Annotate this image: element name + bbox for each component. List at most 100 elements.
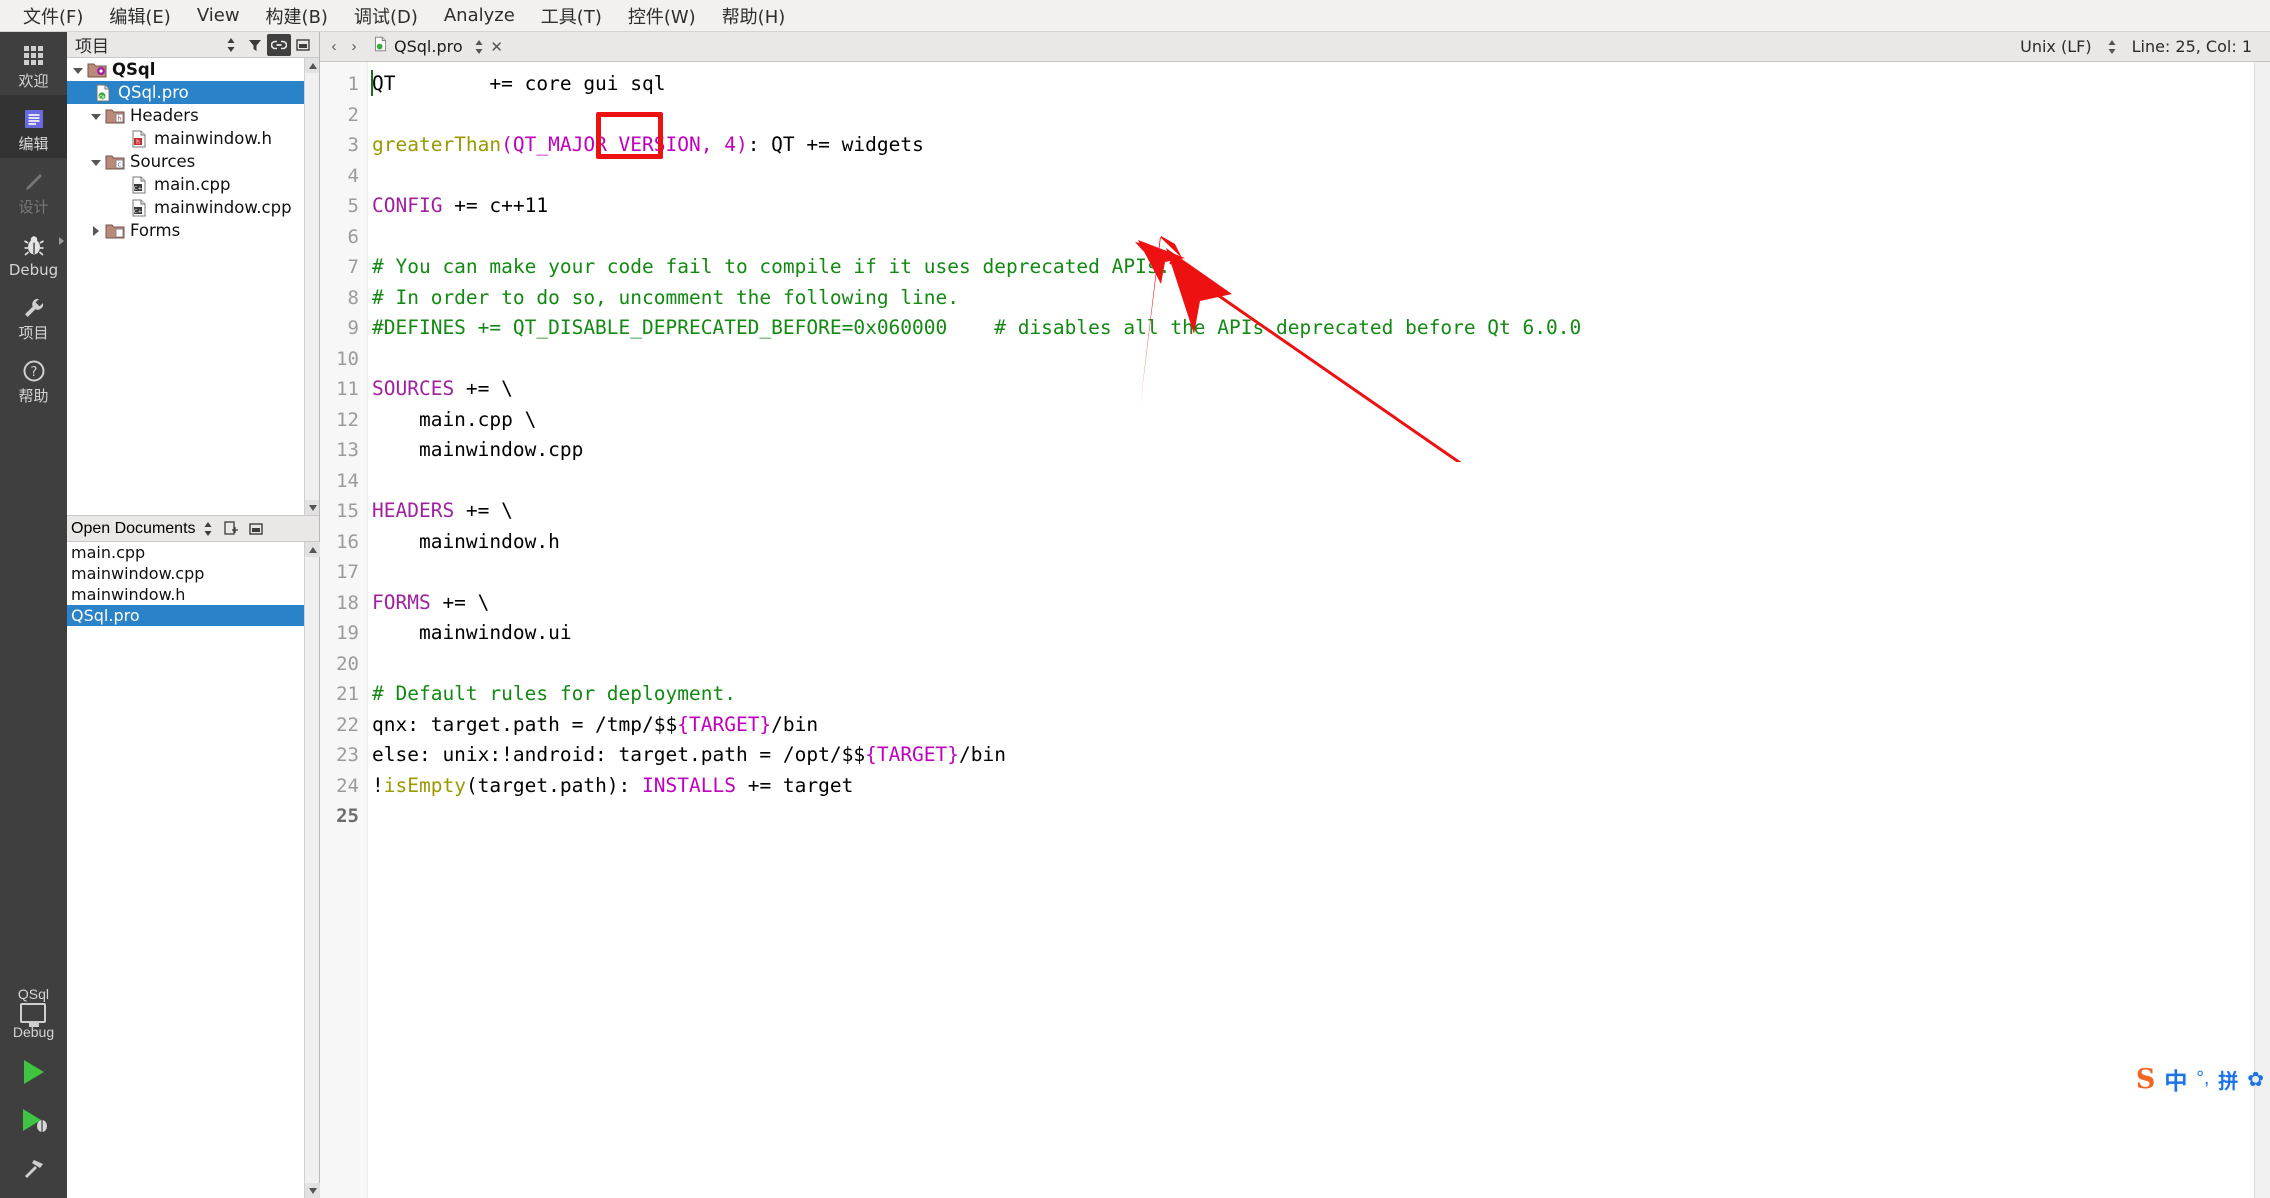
code-line-6[interactable] [368, 222, 2270, 253]
code-line-10[interactable] [368, 344, 2270, 375]
mode-edit[interactable]: 编辑 [0, 95, 67, 158]
menu-item-widgets[interactable]: 控件(W) [615, 0, 709, 33]
svg-text:?: ? [30, 365, 37, 380]
code-editor[interactable]: 1 2 3 4 5 6 7 8 9 10 11 12 13 14 15 16 1… [320, 62, 2270, 1198]
sogou-logo-icon: S [2135, 1063, 2156, 1095]
tree-item-main-cpp[interactable]: C+ main.cpp [67, 173, 319, 196]
tree-item-mainwindow-cpp[interactable]: C+ mainwindow.cpp [67, 196, 319, 219]
scroll-up-button[interactable] [305, 58, 319, 73]
link-icon[interactable] [267, 33, 291, 56]
close-split-icon[interactable] [244, 518, 268, 540]
code-line-18[interactable]: FORMS += \ [368, 588, 2270, 619]
code-line-7[interactable]: # You can make your code fail to compile… [368, 252, 2270, 283]
mode-projects[interactable]: 项目 [0, 284, 67, 347]
code-line-12[interactable]: main.cpp \ [368, 405, 2270, 436]
project-tree-scrollbar[interactable] [304, 58, 319, 515]
split-icon[interactable] [473, 39, 485, 55]
open-documents-list[interactable]: main.cpp mainwindow.cpp mainwindow.h QSq… [67, 542, 320, 1198]
code-line-11[interactable]: SOURCES += \ [368, 374, 2270, 405]
tree-item-sources[interactable]: C Sources [67, 150, 319, 173]
mode-projects-label: 项目 [18, 324, 49, 342]
projects-panel-close-icon[interactable] [291, 34, 315, 56]
build-button[interactable] [0, 1144, 67, 1192]
ime-pinyin-icon[interactable]: 拼 [2218, 1065, 2238, 1094]
triangle-up-icon [308, 62, 317, 69]
code-line-16[interactable]: mainwindow.h [368, 527, 2270, 558]
ime-floating-toolbar[interactable]: S 中 °, 拼 ✿ [2136, 1062, 2264, 1096]
menu-item-build[interactable]: 构建(B) [253, 0, 341, 33]
scroll-up-button[interactable] [305, 542, 320, 557]
cursor-position-indicator[interactable]: Line: 25, Col: 1 [2132, 37, 2252, 56]
menu-item-view[interactable]: View [184, 1, 253, 30]
menu-item-file[interactable]: 文件(F) [10, 0, 96, 33]
editor-vertical-scrollbar[interactable] [2254, 62, 2270, 1198]
code-line-22[interactable]: qnx: target.path = /tmp/$${TARGET}/bin [368, 710, 2270, 741]
mode-welcome[interactable]: 欢迎 [0, 32, 67, 95]
mode-debug[interactable]: Debug [0, 221, 67, 284]
updown-icon[interactable] [2106, 39, 2118, 55]
code-line-5[interactable]: CONFIG += c++11 [368, 191, 2270, 222]
line-number: 12 [336, 408, 359, 431]
sync-icon[interactable] [219, 34, 243, 56]
open-documents-scrollbar[interactable] [304, 542, 320, 1198]
project-tree[interactable]: QSql Qt QSql.pro h Headers h mainwindow.… [67, 58, 319, 516]
tree-item-qsql[interactable]: QSql [67, 58, 319, 81]
open-document-item[interactable]: mainwindow.h [67, 584, 319, 605]
line-ending-indicator[interactable]: Unix (LF) [2020, 37, 2091, 56]
kit-selector[interactable]: QSql Debug [13, 980, 54, 1048]
run-button[interactable] [0, 1048, 67, 1096]
menu-item-debug[interactable]: 调试(D) [341, 0, 431, 33]
code-line-14[interactable] [368, 466, 2270, 497]
code-line-23[interactable]: else: unix:!android: target.path = /opt/… [368, 740, 2270, 771]
menu-item-help[interactable]: 帮助(H) [709, 0, 799, 33]
code-line-8[interactable]: # In order to do so, uncomment the follo… [368, 283, 2270, 314]
tree-item-qsql-pro[interactable]: Qt QSql.pro [67, 81, 319, 104]
scroll-down-button[interactable] [305, 1183, 320, 1198]
twisty-open-icon[interactable] [71, 63, 85, 77]
code-line-19[interactable]: mainwindow.ui [368, 618, 2270, 649]
line-number: 7 [347, 256, 359, 278]
open-document-item[interactable]: mainwindow.cpp [67, 563, 319, 584]
open-document-item[interactable]: main.cpp [67, 542, 319, 563]
gear-icon[interactable]: ✿ [2247, 1067, 2264, 1092]
twisty-open-icon[interactable] [89, 155, 103, 169]
tree-item-mainwindow-h[interactable]: h mainwindow.h [67, 127, 319, 150]
code-line-9[interactable]: #DEFINES += QT_DISABLE_DEPRECATED_BEFORE… [368, 313, 2270, 344]
scroll-down-button[interactable] [305, 500, 319, 515]
menu-item-edit[interactable]: 编辑(E) [96, 0, 183, 33]
sync-icon[interactable] [196, 518, 220, 540]
code-line-20[interactable] [368, 649, 2270, 680]
code-line-24[interactable]: !isEmpty(target.path): INSTALLS += targe… [368, 771, 2270, 802]
code-line-13[interactable]: mainwindow.cpp [368, 435, 2270, 466]
code-line-25[interactable] [368, 801, 2270, 832]
code-line-15[interactable]: HEADERS += \ [368, 496, 2270, 527]
open-document-label: mainwindow.h [71, 585, 186, 604]
menu-item-analyze[interactable]: Analyze [431, 1, 528, 30]
chevron-right-icon[interactable]: › [346, 36, 362, 58]
chevron-left-icon[interactable]: ‹ [326, 36, 342, 58]
tree-item-headers[interactable]: h Headers [67, 104, 319, 127]
line-number: 19 [336, 622, 359, 644]
twisty-open-icon[interactable] [89, 109, 103, 123]
app-frame: 欢迎 编辑 设计 Debug 项目 ? 帮助 QSql Debug 项目 QSq… [0, 32, 2270, 1198]
filter-icon[interactable] [243, 34, 267, 56]
open-document-item-selected[interactable]: QSql.pro [67, 605, 319, 626]
code-line-4[interactable] [368, 161, 2270, 192]
code-line-17[interactable] [368, 557, 2270, 588]
menu-bar: 文件(F) 编辑(E) View 构建(B) 调试(D) Analyze 工具(… [0, 0, 2270, 32]
ime-mode-label[interactable]: 中 [2164, 1062, 2187, 1096]
tree-item-forms[interactable]: Forms [67, 219, 319, 242]
document-icon [19, 104, 49, 134]
editor-file-tab[interactable]: QSql.pro [366, 34, 469, 60]
close-icon[interactable]: ✕ [489, 36, 505, 58]
menu-item-tools[interactable]: 工具(T) [528, 0, 615, 33]
code-line-21[interactable]: # Default rules for deployment. [368, 679, 2270, 710]
line-number: 1 [347, 73, 359, 95]
mode-help[interactable]: ? 帮助 [0, 347, 67, 410]
new-split-icon[interactable] [220, 518, 244, 540]
twisty-closed-icon[interactable] [89, 224, 103, 238]
code-text[interactable]: QT += core gui sql greaterThan(QT_MAJOR_… [368, 62, 2270, 1198]
ime-punctuation-icon[interactable]: °, [2196, 1068, 2209, 1090]
code-line-1[interactable]: QT += core gui sql [368, 69, 2270, 100]
debug-button[interactable] [0, 1096, 67, 1144]
